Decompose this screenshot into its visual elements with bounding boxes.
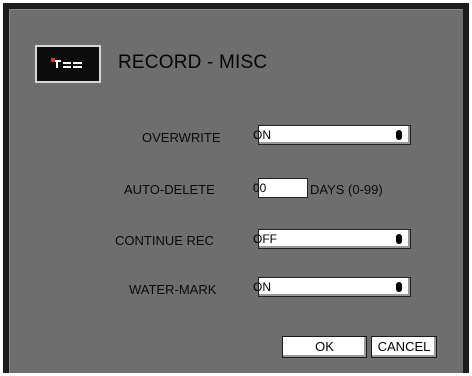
auto-delete-suffix: DAYS (0-99) (310, 182, 383, 197)
dropdown-arrow-icon[interactable] (396, 282, 402, 292)
overwrite-select[interactable]: ON (253, 125, 411, 145)
cancel-button[interactable]: CANCEL (371, 336, 437, 358)
overwrite-label: OVERWRITE (142, 130, 221, 145)
dropdown-arrow-icon[interactable] (396, 234, 402, 244)
rec-icon (35, 45, 101, 83)
continue-rec-select[interactable]: OFF (253, 229, 411, 249)
auto-delete-input[interactable]: 00 (253, 178, 308, 198)
dropdown-arrow-icon[interactable] (396, 130, 402, 140)
dialog-title: RECORD - MISC (118, 52, 268, 73)
water-mark-label: WATER-MARK (129, 282, 217, 297)
water-mark-value: ON (253, 280, 271, 294)
auto-delete-label: AUTO-DELETE (124, 182, 215, 197)
overwrite-value: ON (253, 128, 271, 142)
ok-button[interactable]: OK (282, 336, 367, 358)
auto-delete-value: 00 (253, 181, 267, 195)
continue-rec-label: CONTINUE REC (115, 233, 214, 248)
water-mark-select[interactable]: ON (253, 277, 411, 297)
continue-rec-value: OFF (253, 232, 277, 246)
